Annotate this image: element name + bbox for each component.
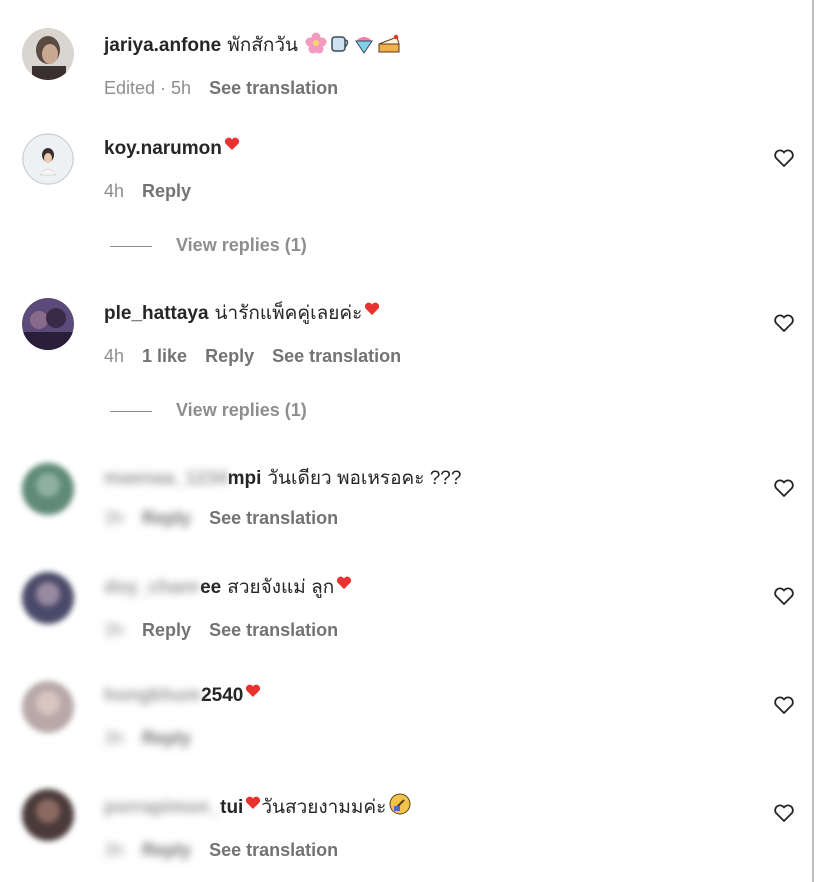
see-translation-button[interactable]: See translation [209,840,338,860]
red-heart-emoji [245,684,261,711]
blossom-emoji [305,32,327,61]
avatar[interactable] [22,789,74,841]
reply-button[interactable]: Reply [142,181,191,201]
reply-button[interactable]: Reply [142,620,191,640]
comment-text: วันสวยงามมค่ะ [261,797,387,818]
see-translation-button[interactable]: See translation [209,78,338,98]
avatar[interactable] [22,572,74,624]
comment-timestamp: 4h [104,181,125,201]
red-heart-emoji [245,796,261,823]
comment-timestamp: 3h [104,728,125,748]
comment-meta: 3h Reply See translation [104,619,356,641]
red-heart-emoji [336,576,352,603]
divider-line [110,410,152,412]
red-heart-emoji [364,302,380,329]
comment-username[interactable]: koy.narumon [104,138,222,159]
likes-count[interactable]: 1 like [142,346,187,366]
comment-username[interactable]: ee [200,577,221,598]
see-translation-button[interactable]: See translation [209,508,338,528]
nail-polish-emoji [388,792,412,823]
comment-username-hidden: maenaa_1234 [104,468,228,489]
comment-timestamp: 3h [104,508,125,528]
comment-meta: 3h Reply See translation [104,507,461,529]
like-heart-icon[interactable] [772,476,796,500]
like-heart-icon[interactable] [772,311,796,335]
like-heart-icon[interactable] [772,146,796,170]
shaved-ice-emoji [353,32,375,61]
red-heart-emoji [224,137,240,164]
tea-emoji [329,32,351,61]
reply-button[interactable]: Reply [142,508,191,528]
cake-emoji [377,32,401,61]
comment-meta: 3h Reply See translation [104,839,412,861]
comment-username[interactable]: ple_hattaya [104,303,209,324]
view-replies-label: View replies (1) [176,235,307,255]
comment-text: พักสักวัน [227,35,299,56]
view-replies-button[interactable]: View replies (1) [110,235,307,256]
avatar[interactable] [22,133,74,185]
comment-timestamp: 3h [104,840,125,860]
comment-body: ple_hattaya น่ารักแพ็คคู่เลยค่ะ 4h 1 like R… [104,302,419,367]
comment-text: น่ารักแพ็คคู่เลยค่ะ [214,303,363,324]
divider-line [110,245,152,247]
comment-meta: 4h Reply [104,180,240,202]
comment-meta: Edited · 5h See translation [104,77,401,99]
see-translation-button[interactable]: See translation [272,346,401,366]
comment-text: สวยจังแม่ ลูก [227,577,335,598]
comment-username-hidden: doy_chanr [104,577,201,598]
comment-body: jariya.anfone พักสักวัน Edited · 5h See tr… [104,32,401,99]
comment-username[interactable]: mpi [228,468,262,489]
comment-username-hidden: porrapimon_ [104,797,221,818]
comment-timestamp: 3h [104,620,125,640]
comment-body: maenaa_1234mpi วันเดียว พอเหรอคะ ??? 3h Re… [104,467,461,529]
view-replies-label: View replies (1) [176,400,307,420]
comment-meta: 4h 1 like Reply See translation [104,345,419,367]
see-translation-button[interactable]: See translation [209,620,338,640]
like-heart-icon[interactable] [772,584,796,608]
avatar[interactable] [22,681,74,733]
comment-body: doy_chanree สวยจังแม่ ลูก 3h Reply See tran… [104,576,356,641]
comment-body: hongkhum2540 3h Reply [104,684,261,749]
comment-text: วันเดียว พอเหรอคะ ??? [267,468,462,489]
comment-body: koy.narumon 4h Reply [104,137,240,202]
reply-button[interactable]: Reply [142,728,191,748]
avatar[interactable] [22,28,74,80]
comment-timestamp: 4h [104,346,125,366]
comment-body: porrapimon_tui วันสวยงามมค่ะ 3h Reply See t… [104,792,412,861]
avatar[interactable] [22,463,74,515]
comment-username-hidden: hongkhum [104,685,202,706]
comment-timestamp: Edited · 5h [104,78,192,98]
avatar[interactable] [22,298,74,350]
view-replies-button[interactable]: View replies (1) [110,400,307,421]
comment-username[interactable]: jariya.anfone [104,35,221,56]
like-heart-icon[interactable] [772,801,796,825]
comment-username[interactable]: tui [220,797,243,818]
comment-username[interactable]: 2540 [201,685,243,706]
like-heart-icon[interactable] [772,693,796,717]
reply-button[interactable]: Reply [142,840,191,860]
reply-button[interactable]: Reply [205,346,254,366]
comment-meta: 3h Reply [104,727,261,749]
comments-panel: jariya.anfone พักสักวัน Edited · 5h See tr… [0,0,814,882]
